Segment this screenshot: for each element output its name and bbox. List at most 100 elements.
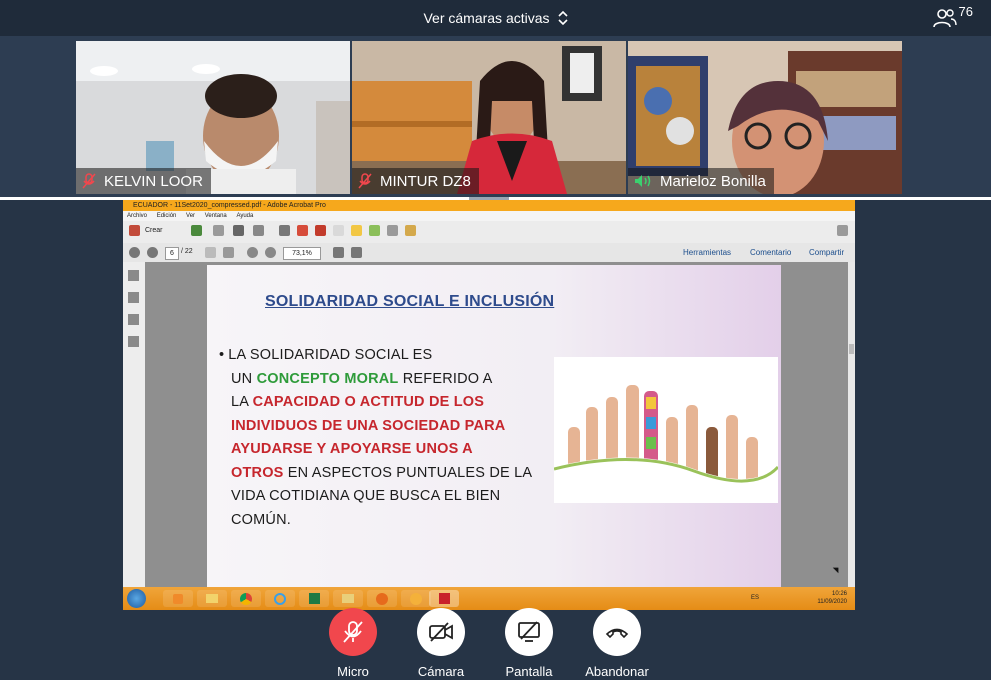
create-icon[interactable]: [129, 225, 140, 236]
slide-text-red-2: INDIVIDUOS DE UNA SOCIEDAD PARA: [231, 417, 506, 434]
open-icon[interactable]: [191, 225, 202, 236]
document-area: SOLIDARIDAD SOCIAL E INCLUSIÓN • LA SOLID…: [145, 262, 848, 587]
print-icon[interactable]: [233, 225, 244, 236]
fullscreen-icon[interactable]: [351, 247, 362, 258]
leave-label: Abandonar: [585, 664, 649, 679]
slide-text-6: VIDA COTIDIANA QUE BUSCA EL BIEN: [231, 488, 501, 504]
page-total: / 22: [181, 248, 193, 255]
stamp-icon[interactable]: [405, 225, 416, 236]
camera-button-circle[interactable]: [417, 608, 465, 656]
mic-muted-icon: [343, 621, 363, 643]
acrobat-toolbar: Crear: [123, 221, 855, 244]
camera-label: Cámara: [417, 664, 465, 679]
attachment-icon[interactable]: [128, 314, 139, 325]
view-selector[interactable]: Ver cámaras activas: [0, 0, 991, 36]
up-down-chevron-icon: [557, 10, 568, 26]
comment-icon[interactable]: [351, 225, 362, 236]
comment-tab[interactable]: Comentario: [750, 248, 791, 257]
email-icon[interactable]: [253, 225, 264, 236]
participant-name: KELVIN LOOR: [104, 172, 203, 190]
expand-icon[interactable]: [837, 225, 848, 236]
camera-off-icon: [429, 622, 453, 642]
participant-count: 76: [958, 4, 973, 19]
shared-screen: ECUADOR - 11Set2020_compressed.pdf - Ado…: [123, 200, 855, 610]
slide-text-3: REFERIDO A: [402, 370, 493, 387]
video-tile-mintur[interactable]: MINTUR DZ8: [352, 41, 626, 194]
slide-body: • LA SOLIDARIDAD SOCIAL ES UN CONCEPTO MO…: [219, 344, 541, 532]
raised-hands-image: [554, 357, 778, 503]
speaker-active-icon: [635, 175, 651, 187]
slide-title: SOLIDARIDAD SOCIAL E INCLUSIÓN: [265, 293, 555, 310]
settings-icon[interactable]: [279, 225, 290, 236]
navigation-toolbar: 6 / 22 73,1% Herramientas Comentario Com…: [123, 243, 855, 263]
hang-up-icon: [605, 628, 629, 639]
zoom-out-icon[interactable]: [247, 247, 258, 258]
pages-icon[interactable]: [128, 270, 139, 281]
slide-text-7: COMÚN.: [231, 511, 292, 528]
mic-muted-icon: [358, 173, 372, 189]
share-tab[interactable]: Compartir: [809, 248, 844, 257]
create-button[interactable]: Crear: [145, 227, 163, 234]
menu-item-ventana[interactable]: Ventana: [205, 213, 227, 219]
participant-label: Marieloz Bonilla: [628, 168, 774, 194]
save-icon[interactable]: [213, 225, 224, 236]
menu-item-edicion[interactable]: Edición: [157, 213, 177, 219]
slide-text-red-3: AYUDARSE Y APOYARSE UNOS A: [231, 441, 473, 457]
vertical-scrollbar[interactable]: [848, 262, 855, 587]
screen-label: Pantalla: [505, 664, 553, 679]
screen-share-circle[interactable]: [505, 608, 553, 656]
video-tile-kelvin[interactable]: KELVIN LOOR: [76, 41, 350, 194]
call-controls: Micro Cámara Pantalla Abandonar: [0, 604, 991, 680]
leave-button[interactable]: Abandonar: [577, 608, 657, 679]
scrollbar-thumb[interactable]: [849, 344, 854, 354]
slide-text-red-1: CAPACIDAD O ACTITUD DE LOS: [252, 394, 485, 410]
export-icon[interactable]: [315, 225, 326, 236]
screen-share-off-icon: [518, 621, 540, 642]
camera-button[interactable]: Cámara: [401, 608, 481, 679]
slide-text-5: EN ASPECTOS PUNTUALES DE LA: [287, 464, 533, 481]
menu-item-archivo[interactable]: Archivo: [127, 213, 147, 219]
slide-text-red-4: OTROS: [231, 464, 284, 481]
zoom-select[interactable]: 73,1%: [283, 247, 321, 260]
highlight-icon[interactable]: [369, 225, 380, 236]
page-number-input[interactable]: 6: [165, 247, 179, 260]
fit-page-icon[interactable]: [333, 247, 344, 258]
hand-tool-icon[interactable]: [223, 247, 234, 258]
slide-text-2: UN: [231, 370, 253, 387]
zoom-in-icon[interactable]: [265, 247, 276, 258]
signature-icon[interactable]: [128, 336, 139, 347]
tools-tab[interactable]: Herramientas: [683, 248, 731, 257]
slide-text-green: CONCEPTO MORAL: [256, 370, 399, 387]
screen-share-button[interactable]: Pantalla: [489, 608, 569, 679]
participant-name: MINTUR DZ8: [380, 172, 471, 190]
slide-text-4: LA: [231, 394, 249, 410]
language-indicator[interactable]: ES: [751, 595, 759, 601]
participant-name: Marieloz Bonilla: [660, 172, 766, 190]
bullet: •: [219, 347, 225, 363]
menu-item-ayuda[interactable]: Ayuda: [236, 213, 253, 219]
document-icon[interactable]: [333, 225, 344, 236]
navigation-panel: [123, 262, 146, 587]
window-title-bar: ECUADOR - 11Set2020_compressed.pdf - Ado…: [123, 200, 855, 211]
bookmark-icon[interactable]: [128, 292, 139, 303]
menu-item-ver[interactable]: Ver: [186, 213, 195, 219]
sign-icon[interactable]: [387, 225, 398, 236]
video-tile-marieloz[interactable]: Marieloz Bonilla: [628, 41, 902, 194]
participants-button[interactable]: 76: [932, 4, 973, 28]
participant-label: KELVIN LOOR: [76, 168, 211, 194]
slide-text-1: LA SOLIDARIDAD SOCIAL ES: [228, 347, 433, 363]
pdf-page: SOLIDARIDAD SOCIAL E INCLUSIÓN • LA SOLID…: [207, 265, 781, 587]
mic-button[interactable]: Micro: [313, 608, 393, 679]
mouse-cursor-icon: [832, 564, 842, 574]
select-tool-icon[interactable]: [205, 247, 216, 258]
page-down-icon[interactable]: [147, 247, 158, 258]
mic-muted-icon: [82, 173, 96, 189]
page-up-icon[interactable]: [129, 247, 140, 258]
participant-label: MINTUR DZ8: [352, 168, 479, 194]
mic-button-circle[interactable]: [329, 608, 377, 656]
video-strip: KELVIN LOOR MINTUR DZ8 Marieloz Bonilla: [0, 36, 991, 198]
pdf-icon[interactable]: [297, 225, 308, 236]
menu-bar: Archivo Edición Ver Ventana Ayuda: [123, 211, 855, 221]
leave-button-circle[interactable]: [593, 608, 641, 656]
window-title: ECUADOR - 11Set2020_compressed.pdf - Ado…: [133, 202, 326, 209]
